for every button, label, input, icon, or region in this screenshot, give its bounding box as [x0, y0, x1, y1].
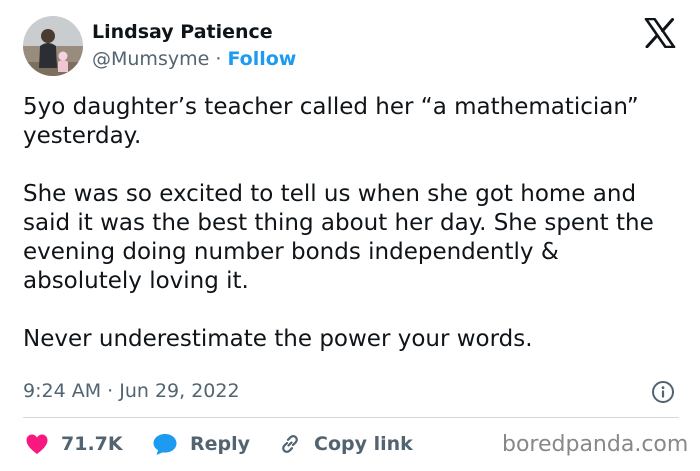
like-count: 71.7K: [61, 433, 123, 455]
tweet-paragraph: 5yo daughter’s teacher called her “a mat…: [23, 94, 639, 149]
handle-row: @Mumsyme · Follow: [92, 47, 296, 71]
tweet-paragraph: She was so excited to tell us when she g…: [23, 181, 654, 294]
watermark: boredpanda.com: [502, 432, 689, 457]
follow-button[interactable]: Follow: [227, 48, 296, 70]
speech-bubble-icon: [153, 434, 177, 455]
tweet-timestamp[interactable]: 9:24 AM · Jun 29, 2022: [23, 379, 240, 403]
copy-link-label: Copy link: [314, 433, 413, 455]
link-icon: [282, 435, 298, 453]
divider: [23, 417, 679, 418]
info-icon[interactable]: [651, 380, 675, 404]
separator-dot: ·: [215, 48, 222, 70]
display-name[interactable]: Lindsay Patience: [92, 20, 273, 44]
tweet-card: Lindsay Patience @Mumsyme · Follow 5yo d…: [0, 0, 700, 471]
reply-label: Reply: [190, 433, 251, 455]
tweet-paragraph: Never underestimate the power your words…: [23, 326, 533, 352]
avatar-photo: [23, 16, 83, 76]
like-button[interactable]: 71.7K: [25, 431, 123, 457]
heart-icon: [26, 434, 48, 454]
x-logo-icon[interactable]: [644, 17, 676, 49]
tweet-text: 5yo daughter’s teacher called her “a mat…: [23, 93, 683, 354]
user-handle[interactable]: @Mumsyme: [92, 48, 209, 70]
reply-button[interactable]: Reply: [152, 431, 250, 457]
avatar[interactable]: [23, 16, 83, 76]
copy-link-button[interactable]: Copy link: [278, 431, 413, 457]
